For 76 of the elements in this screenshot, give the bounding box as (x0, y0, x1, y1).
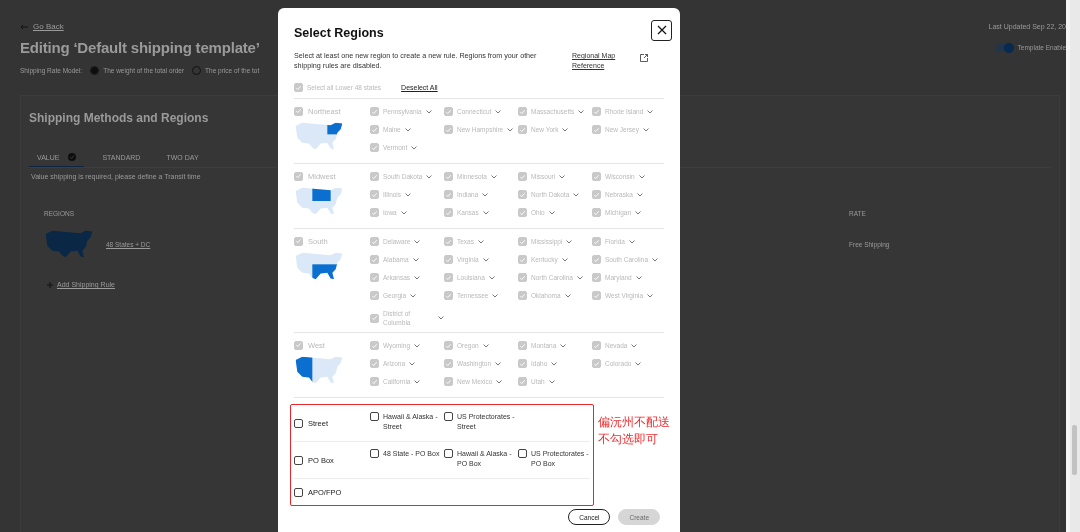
caret-icon[interactable] (652, 257, 658, 262)
caret-icon[interactable] (414, 379, 421, 384)
caret-icon[interactable] (438, 316, 444, 320)
checkbox[interactable] (444, 449, 453, 458)
caret-icon[interactable] (578, 109, 585, 114)
checkbox[interactable] (294, 418, 303, 428)
caret-icon[interactable] (405, 192, 412, 197)
caret-icon[interactable] (411, 145, 418, 150)
caret-icon[interactable] (560, 343, 567, 348)
caret-icon[interactable] (638, 174, 645, 179)
checkbox[interactable] (294, 455, 303, 465)
us-map-icon (44, 229, 94, 259)
caret-icon[interactable] (414, 239, 421, 244)
caret-icon[interactable] (495, 109, 502, 114)
caret-icon[interactable] (561, 257, 568, 262)
radio-button[interactable] (90, 66, 100, 75)
caret-icon[interactable] (409, 361, 416, 366)
close-button[interactable] (651, 19, 672, 41)
caret-icon[interactable] (482, 192, 489, 197)
checkbox[interactable] (370, 412, 379, 421)
caret-icon[interactable] (647, 109, 654, 114)
us-map-drawing (294, 185, 344, 217)
caret-icon[interactable] (425, 109, 432, 114)
card-title: Shipping Methods and Regions (29, 111, 209, 125)
caret-icon[interactable] (551, 361, 558, 366)
caret-icon[interactable] (548, 210, 555, 215)
annotation-text: 偏沅州不配送 (598, 414, 670, 431)
us-map-drawing (294, 120, 344, 152)
caret-icon[interactable] (488, 275, 495, 280)
caret-icon[interactable] (426, 174, 433, 179)
caret-icon[interactable] (635, 210, 641, 215)
caret-icon[interactable] (482, 343, 489, 348)
caret-icon[interactable] (635, 275, 642, 280)
caret-icon[interactable] (566, 239, 573, 244)
caret-icon[interactable] (573, 192, 580, 197)
caret-icon[interactable] (404, 127, 411, 132)
caret-icon[interactable] (628, 239, 635, 244)
us-map-drawing (294, 250, 344, 282)
caret-icon[interactable] (492, 293, 499, 298)
caret-icon[interactable] (412, 257, 419, 262)
caret-icon[interactable] (636, 192, 643, 197)
caret-icon[interactable] (564, 293, 571, 298)
caret-icon[interactable] (559, 174, 566, 179)
toggle-switch[interactable] (994, 43, 1013, 52)
caret-icon[interactable] (482, 257, 489, 262)
checkbox[interactable] (444, 412, 453, 421)
caret-icon[interactable] (576, 275, 583, 280)
scrollbar[interactable] (1066, 0, 1080, 532)
caret-icon[interactable] (410, 293, 417, 298)
caret-icon[interactable] (400, 210, 407, 215)
caret-icon[interactable] (482, 210, 489, 215)
us-map-drawing (294, 354, 344, 386)
caret-icon[interactable] (631, 343, 638, 348)
annotation-text: 不勾选即可 (598, 431, 659, 448)
caret-icon[interactable] (635, 361, 642, 366)
checkbox[interactable] (294, 487, 303, 497)
caret-icon[interactable] (496, 379, 503, 384)
caret-icon[interactable] (478, 239, 484, 244)
close-icon (656, 25, 667, 35)
caret-icon[interactable] (647, 293, 654, 298)
caret-icon[interactable] (414, 343, 421, 348)
modal-title: Select Regions (294, 26, 384, 40)
caret-icon[interactable] (495, 361, 502, 366)
caret-icon[interactable] (642, 127, 649, 132)
back-link[interactable]: Go Back (20, 22, 64, 31)
caret-icon[interactable] (507, 127, 514, 132)
caret-icon[interactable] (562, 127, 569, 132)
plus-icon (47, 281, 53, 288)
caret-icon[interactable] (491, 174, 497, 179)
checkbox[interactable] (518, 449, 527, 458)
page-title: Editing ‘Default shipping template’ (20, 39, 260, 56)
caret-icon[interactable] (414, 275, 421, 280)
external-link-icon (640, 54, 648, 62)
caret-icon[interactable] (548, 379, 555, 384)
checkbox[interactable] (370, 449, 379, 458)
back-arrow-icon (20, 23, 28, 30)
